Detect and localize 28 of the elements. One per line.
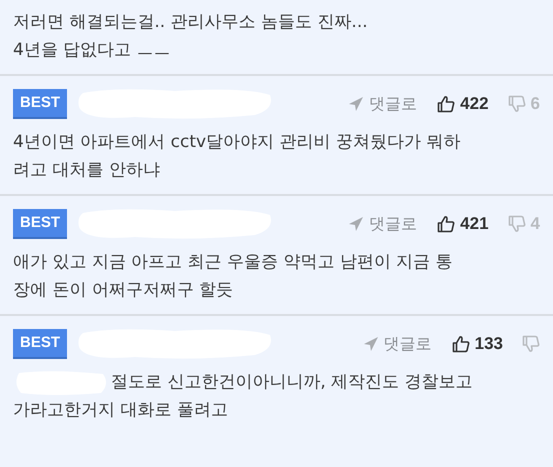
thumbs-down-icon[interactable]	[522, 335, 540, 353]
send-icon[interactable]	[348, 216, 364, 232]
comment-text: 4년이면 아파트에서 cctv달아야지 관리비 꿍쳐뒀다가 뭐하	[13, 131, 462, 154]
best-badge: BEST	[13, 89, 68, 119]
dislike-count: 6	[530, 94, 540, 114]
best-badge: BEST	[13, 209, 68, 239]
reply-link[interactable]: 댓글로	[369, 94, 418, 114]
comment-text: 가라고한거지 대화로 풀려고	[13, 399, 229, 422]
thumbs-down-icon[interactable]	[508, 95, 526, 113]
reply-link[interactable]: 댓글로	[384, 334, 432, 354]
thumbs-up-icon[interactable]	[437, 95, 456, 113]
comment-text: 저러면 해결되는걸.. 관리사무소 놈들도 진짜...	[13, 11, 369, 34]
like-count: 421	[460, 214, 489, 234]
like-count: 422	[460, 94, 489, 114]
reply-link[interactable]: 댓글로	[369, 214, 418, 234]
comment-text: 4년을 답없다고 ㅡㅡ	[13, 39, 172, 62]
thumbs-up-icon[interactable]	[437, 215, 456, 233]
comment-text: 절도로 신고한건이아니니까, 제작진도 경찰보고	[111, 372, 473, 392]
send-icon[interactable]	[362, 336, 379, 352]
dislike-count: 4	[530, 214, 540, 234]
comment-text: 려고 대처를 안하냐	[13, 159, 161, 182]
thumbs-up-icon[interactable]	[452, 335, 470, 353]
like-count: 133	[474, 334, 503, 354]
comment-text: 애가 있고 지금 아프고 최근 우울증 약먹고 남편이 지금 통	[13, 251, 454, 274]
thumbs-down-icon[interactable]	[508, 215, 526, 233]
send-icon[interactable]	[348, 96, 364, 112]
best-badge: BEST	[13, 329, 68, 359]
comment-text: 장에 돈이 어쩌구저쩌구 할듯	[13, 279, 234, 302]
